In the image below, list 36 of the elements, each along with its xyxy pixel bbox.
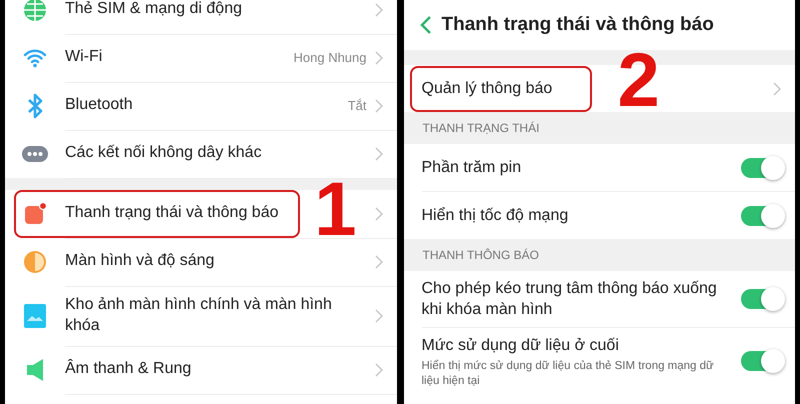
setting-label[interactable]: Kho ảnh màn hình chính và màn hình khóa (65, 294, 350, 336)
chevron-icon (374, 362, 382, 376)
wifi-icon (23, 48, 47, 68)
step-number: 1 (314, 172, 356, 248)
setting-description: Hiển thị mức sử dụng dữ liệu của thẻ SIM trong mạng dữ liệu hiện tại (422, 359, 715, 388)
brightness-icon (23, 250, 47, 274)
setting-value: Tắt (348, 98, 366, 113)
chevron-icon (374, 50, 382, 64)
setting-label[interactable]: Màn hình và độ sáng (65, 251, 350, 272)
setting-label[interactable]: Phần trăm pin (422, 158, 722, 179)
more-icon (22, 146, 48, 162)
chevron-icon (374, 254, 382, 268)
chevron-icon (374, 206, 382, 220)
image-icon (24, 304, 46, 328)
setting-label[interactable]: Wi-Fi (65, 47, 294, 68)
chevron-icon (374, 308, 382, 322)
notification-icon (23, 202, 47, 226)
setting-label[interactable]: Thẻ SIM & mạng di động (65, 0, 350, 20)
setting-label[interactable]: Âm thanh & Rung (65, 359, 350, 380)
section-header: THANH THÔNG BÁO (422, 248, 539, 262)
chevron-icon (374, 146, 382, 160)
setting-label[interactable]: Các kết nối không dây khác (65, 143, 350, 164)
setting-label[interactable]: Hiển thị tốc độ mạng (422, 206, 722, 227)
setting-value: Hong Nhung (294, 50, 366, 65)
screen-title: Thanh trạng thái và thông báo (442, 14, 714, 36)
chevron-icon (374, 98, 382, 112)
chevron-icon (374, 2, 382, 16)
bluetooth-icon (26, 93, 44, 119)
speaker-icon (25, 358, 45, 382)
back-icon[interactable] (420, 15, 432, 35)
setting-label[interactable]: Bluetooth (65, 95, 348, 116)
step-number: 2 (618, 43, 660, 119)
chevron-icon (773, 82, 781, 96)
setting-label[interactable]: Cho phép kéo trung tâm thông báo xuống khi khóa màn hình (422, 279, 722, 321)
setting-label[interactable]: Mức sử dụng dữ liệu ở cuối (422, 336, 722, 356)
section-header: THANH TRẠNG THÁI (422, 121, 540, 135)
